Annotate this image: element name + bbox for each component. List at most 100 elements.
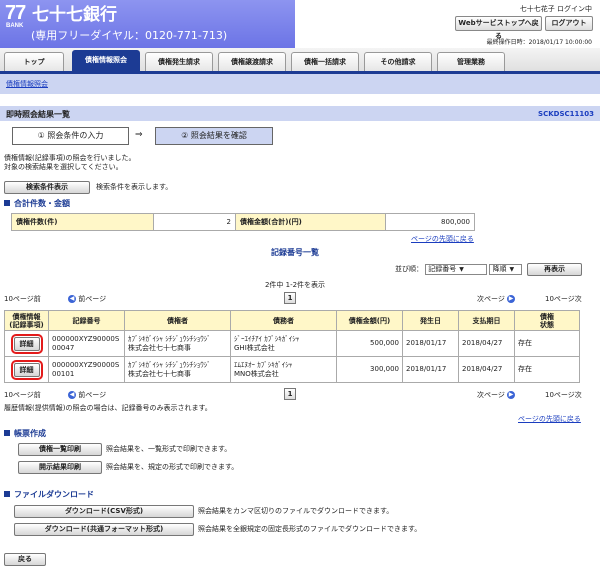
detail-cell: 詳細 <box>4 356 49 383</box>
debtor-cell: ｴﾑｴﾇｵｰ ｶﾌﾞｼｷｶﾞｲｼｬ MNO株式会社 <box>230 356 337 383</box>
col-record-no: 記録番号 <box>48 310 125 331</box>
disclosure-print-button[interactable]: 開示結果印刷 <box>18 461 102 474</box>
detail-button[interactable]: 詳細 <box>10 359 43 380</box>
creditor-kana: ｶﾌﾞｼｷｶﾞｲｼｬ ｼﾁｼﾞｭｳｼﾁｼｮｳｼﾞ <box>128 360 211 369</box>
download-common-format-button[interactable]: ダウンロード(共通フォーマット形式) <box>14 523 194 536</box>
prev-10-pages[interactable]: 10ページ前 <box>4 390 41 400</box>
section-square-icon <box>4 491 10 497</box>
prev-page-link[interactable]: ◀ 前ページ <box>68 294 106 304</box>
next-10-pages[interactable]: 10ページ次 <box>545 294 582 304</box>
creditor-cell: ｶﾌﾞｼｷｶﾞｲｼｬ ｼﾁｼﾞｭｳｼﾁｼｮｳｼﾞ 株式会社七十七商事 <box>124 356 231 383</box>
tab-top[interactable]: トップ <box>4 52 64 71</box>
creditor-name: 株式会社七十七商事 <box>128 369 191 378</box>
next-page-link[interactable]: 次ページ ▶ <box>477 390 516 400</box>
amount: 500,000 <box>336 330 403 357</box>
creditor-name: 株式会社七十七商事 <box>128 343 191 352</box>
chevron-down-icon: ▼ <box>509 266 515 273</box>
status: 存在 <box>514 356 580 383</box>
last-operation-time: 最終操作日時：2018/01/17 10:00:00 <box>486 39 592 46</box>
page-top-link-2[interactable]: ページの先頭に戻る <box>518 414 581 424</box>
next-10-pages[interactable]: 10ページ次 <box>545 390 582 400</box>
section-square-icon <box>4 200 10 206</box>
table-row: 詳細 000000XYZ90000S00101 ｶﾌﾞｼｷｶﾞｲｼｬ ｼﾁｼﾞｭ… <box>4 356 580 383</box>
records-title: 記録番号一覧 <box>271 248 319 257</box>
tab-credit-inquiry[interactable]: 債権情報照会 <box>72 50 140 72</box>
history-note: 履歴情報(提供情報)の照会の場合は、記録番号のみ表示されます。 <box>4 404 212 412</box>
freedial-text: (専用フリーダイヤル：0120-771-713) <box>31 29 228 42</box>
disclosure-print-note: 照会結果を、規定の形式で印刷できます。 <box>106 463 239 471</box>
section-square-icon <box>4 430 10 436</box>
col-detail: 債権情報 (記録事項) <box>4 310 49 331</box>
show-search-conditions-button[interactable]: 検索条件表示 <box>4 181 90 194</box>
pager-bottom: 10ページ前 ◀ 前ページ 1 次ページ ▶ 10ページ次 <box>0 388 600 401</box>
records-table: 債権情報 (記録事項) 記録番号 債権者 債務者 債権金額(円) 発生日 支払期日… <box>4 310 580 383</box>
count-label: 債権件数(件) <box>11 213 154 231</box>
forms-section-heading: 帳票作成 <box>4 428 46 439</box>
logo-sub: BANK <box>6 23 24 29</box>
debtor-cell: ｼﾞｰｴｲﾁｱｲ ｶﾌﾞｼｷｶﾞｲｼｬ GHI株式会社 <box>230 330 337 357</box>
tab-transfer-request[interactable]: 債権譲渡請求 <box>218 52 286 71</box>
screen-code: SCKDSC11103 <box>538 110 594 118</box>
title-bar: 即時照会結果一覧 SCKDSC11103 <box>0 106 600 121</box>
debtor-kana: ｼﾞｰｴｲﾁｱｲ ｶﾌﾞｼｷｶﾞｲｼｬ <box>234 334 300 343</box>
download-section-heading: ファイルダウンロード <box>4 489 94 500</box>
tab-admin[interactable]: 管理業務 <box>437 52 505 71</box>
bank-name: 七十七銀行 <box>32 5 117 25</box>
tab-bulk-request[interactable]: 債権一括請求 <box>291 52 359 71</box>
arrow-right-icon: ▶ <box>507 391 516 399</box>
subnav-credit-inquiry-link[interactable]: 債権情報照会 <box>6 79 48 89</box>
page-top-link-1[interactable]: ページの先頭に戻る <box>411 234 474 244</box>
status: 存在 <box>514 330 580 357</box>
detail-cell: 詳細 <box>4 330 49 357</box>
page-number[interactable]: 1 <box>284 292 296 304</box>
prev-10-pages[interactable]: 10ページ前 <box>4 294 41 304</box>
page-number[interactable]: 1 <box>284 388 296 400</box>
logo-mark: 77 <box>5 2 26 24</box>
totals-table: 債権件数(件) 2 債権金額(合計)(円) 800,000 <box>11 213 475 231</box>
download-csv-note: 照会結果をカンマ区切りのファイルでダウンロードできます。 <box>198 507 394 515</box>
next-page-link[interactable]: 次ページ ▶ <box>477 294 516 304</box>
amount-value: 800,000 <box>385 213 475 231</box>
creditor-cell: ｶﾌﾞｼｷｶﾞｲｼｬ ｼﾁｼﾞｭｳｼﾁｼｮｳｼﾞ 株式会社七十七商事 <box>124 330 231 357</box>
redisplay-button[interactable]: 再表示 <box>527 263 582 276</box>
page-header: 77 BANK 七十七銀行 (専用フリーダイヤル：0120-771-713) 七… <box>0 0 600 48</box>
sub-navigation: 債権情報照会 <box>0 74 600 94</box>
creditor-kana: ｶﾌﾞｼｷｶﾞｲｼｬ ｼﾁｼﾞｭｳｼﾁｼｮｳｼﾞ <box>128 334 211 343</box>
arrow-left-icon: ◀ <box>68 391 76 399</box>
sort-key-select[interactable]: 記録番号 ▼ <box>425 264 488 275</box>
page-title: 即時照会結果一覧 <box>6 110 70 119</box>
list-print-button[interactable]: 債権一覧印刷 <box>18 443 102 456</box>
intro-line-1: 債権情報(記録事項)の照会を行いました。 <box>4 154 136 162</box>
chevron-down-icon: ▼ <box>459 266 464 273</box>
download-common-note: 照会結果を全銀規定の固定長形式のファイルでダウンロードできます。 <box>198 525 422 533</box>
col-status: 債権 状態 <box>514 310 580 331</box>
back-button[interactable]: 戻る <box>4 553 46 566</box>
col-issue-date: 発生日 <box>402 310 459 331</box>
detail-button[interactable]: 詳細 <box>10 333 43 354</box>
col-debtor: 債務者 <box>230 310 337 331</box>
logout-button[interactable]: ログアウト <box>545 16 593 31</box>
table-row: 詳細 000000XYZ90000S00047 ｶﾌﾞｼｷｶﾞｲｼｬ ｼﾁｼﾞｭ… <box>4 330 580 357</box>
count-value: 2 <box>153 213 236 231</box>
tab-other-request[interactable]: その他請求 <box>364 52 432 71</box>
arrow-right-icon: ▶ <box>507 295 516 303</box>
due-date: 2018/04/27 <box>458 356 515 383</box>
sort-label: 並び順： <box>395 265 423 273</box>
col-creditor: 債権者 <box>124 310 231 331</box>
search-conditions-note: 検索条件を表示します。 <box>96 183 173 191</box>
issue-date: 2018/01/17 <box>402 356 459 383</box>
col-due-date: 支払期日 <box>458 310 515 331</box>
step-input-conditions: ① 照会条件の入力 <box>12 127 129 145</box>
list-print-note: 照会結果を、一覧形式で印刷できます。 <box>106 445 232 453</box>
debtor-kana: ｴﾑｴﾇｵｰ ｶﾌﾞｼｷｶﾞｲｼｬ <box>234 360 293 369</box>
user-status: 七十七花子 ログイン中 <box>519 5 592 13</box>
arrow-left-icon: ◀ <box>68 295 76 303</box>
tab-issuance-request[interactable]: 債権発生請求 <box>145 52 213 71</box>
download-csv-button[interactable]: ダウンロード(CSV形式) <box>14 505 194 518</box>
portal-top-button[interactable]: Webサービストップへ戻る <box>455 16 542 40</box>
prev-page-link[interactable]: ◀ 前ページ <box>68 390 106 400</box>
col-amount: 債権金額(円) <box>336 310 403 331</box>
pager-top: 10ページ前 ◀ 前ページ 1 次ページ ▶ 10ページ次 <box>0 292 600 305</box>
sort-order-select[interactable]: 降順 ▼ <box>489 264 523 275</box>
totals-section-heading: 合計件数・金額 <box>4 198 70 209</box>
